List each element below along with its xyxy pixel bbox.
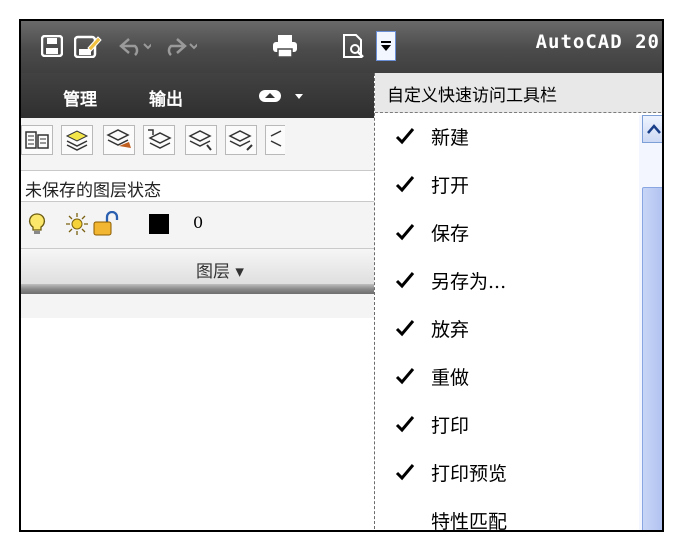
menu-item-label: 重做: [431, 367, 470, 389]
menu-item-label: 放弃: [431, 319, 470, 341]
title-bar: AutoCAD 20: [21, 21, 662, 73]
scroll-thumb[interactable]: [642, 187, 662, 530]
checkmark-icon: [395, 416, 415, 433]
print-icon[interactable]: [269, 33, 301, 59]
save-as-icon[interactable]: [73, 33, 103, 59]
menu-item-label: 另存为...: [431, 271, 507, 293]
menu-item-save-as[interactable]: 另存为...: [375, 257, 633, 305]
qat-customize-menu: 自定义快速访问工具栏 新建 打开 保存 另存为... 放弃 重做 打印 打印预览…: [374, 73, 662, 532]
layer-more-icon[interactable]: [265, 125, 285, 155]
qat-menu-title: 自定义快速访问工具栏: [387, 86, 557, 106]
menu-item-plot-preview[interactable]: 打印预览: [375, 449, 633, 497]
scroll-up-button[interactable]: [642, 115, 662, 143]
layer-isolate-icon[interactable]: [185, 125, 217, 155]
layer-properties-icon[interactable]: [21, 125, 53, 155]
ribbon-bottom-edge: [21, 284, 377, 294]
menu-item-new[interactable]: 新建: [375, 113, 633, 161]
qat-dropdown-button[interactable]: [376, 31, 396, 61]
menu-scrollbar[interactable]: [639, 115, 662, 530]
menu-item-label: 打开: [431, 175, 470, 197]
menu-item-label: 保存: [431, 223, 470, 245]
layer-control[interactable]: 0: [21, 208, 377, 240]
layer-match-icon[interactable]: [103, 125, 135, 155]
checkmark-icon: [395, 368, 415, 385]
checkmark-icon: [395, 320, 415, 337]
chevron-up-icon: [647, 124, 661, 134]
layer-state-dropdown[interactable]: 未保存的图层状态: [21, 170, 377, 202]
tab-output[interactable]: 输出: [149, 85, 183, 110]
sun-icon[interactable]: [65, 212, 89, 236]
print-preview-icon[interactable]: [339, 33, 367, 59]
checkmark-icon: [395, 176, 415, 193]
layer-states-icon[interactable]: [61, 125, 93, 155]
unlock-icon[interactable]: [93, 211, 119, 237]
current-layer-name: 0: [193, 213, 204, 232]
menu-item-open[interactable]: 打开: [375, 161, 633, 209]
qat-dropdown-icon: [381, 41, 391, 51]
menu-item-label: 打印预览: [431, 463, 508, 485]
layers-panel-title: 图层 ▾: [196, 262, 244, 282]
save-icon[interactable]: [39, 33, 65, 59]
redo-icon[interactable]: [163, 33, 197, 59]
layers-panel-footer[interactable]: 图层 ▾: [21, 248, 377, 285]
checkmark-icon: [395, 272, 415, 289]
checkmark-icon: [395, 464, 415, 481]
menu-item-label: 新建: [431, 127, 470, 149]
more-tabs-icon: [259, 90, 303, 102]
qat-menu-header: 自定义快速访问工具栏: [375, 73, 662, 113]
menu-item-redo[interactable]: 重做: [375, 353, 633, 401]
menu-item-label: 打印: [431, 415, 470, 437]
checkmark-icon: [395, 224, 415, 241]
lightbulb-icon[interactable]: [27, 212, 47, 236]
autocad-window: AutoCAD 20 管理 输出 未保存的图层状态 0 图层 ▾ 自定义快速访问…: [19, 19, 664, 532]
checkmark-icon: [395, 128, 415, 145]
menu-item-undo[interactable]: 放弃: [375, 305, 633, 353]
undo-icon[interactable]: [117, 33, 151, 59]
menu-item-plot[interactable]: 打印: [375, 401, 633, 449]
layers-panel: 未保存的图层状态 0 图层 ▾: [21, 118, 377, 318]
menu-item-label: 特性匹配: [431, 511, 508, 532]
ribbon-extra-tabs-button[interactable]: [259, 88, 303, 104]
tab-manage[interactable]: 管理: [63, 85, 97, 110]
layer-state-text: 未保存的图层状态: [25, 181, 161, 201]
menu-item-save[interactable]: 保存: [375, 209, 633, 257]
layer-unisolate-icon[interactable]: [225, 125, 257, 155]
menu-item-match-properties[interactable]: 特性匹配: [375, 497, 633, 532]
app-title: AutoCAD 20: [535, 31, 660, 53]
layer-previous-icon[interactable]: [143, 125, 175, 155]
layer-color-swatch[interactable]: [149, 214, 169, 234]
